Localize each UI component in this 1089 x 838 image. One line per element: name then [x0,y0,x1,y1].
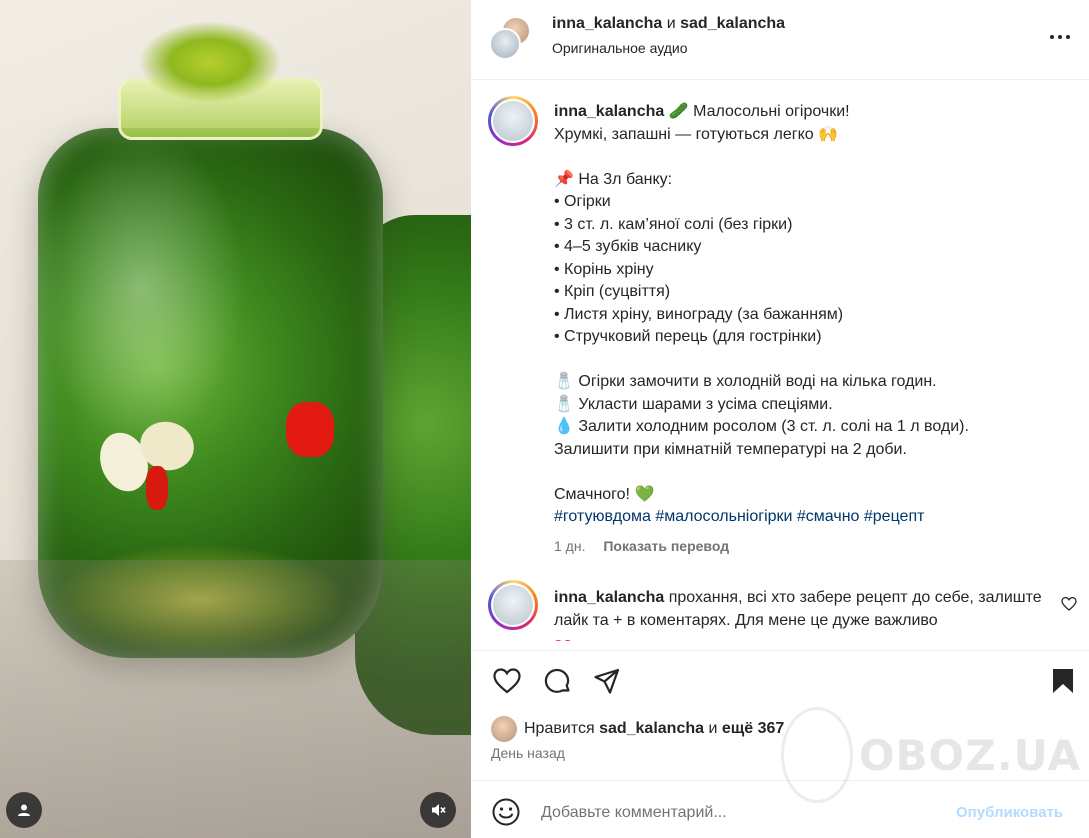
author-link[interactable]: sad_kalancha [680,15,785,32]
comment-input[interactable] [541,801,941,825]
caption-line: • Кріп (суцвіття) [554,283,671,300]
caption-line: 📌 На 3л банку: [554,170,673,188]
mute-icon [432,804,446,816]
chili-pepper-image [286,402,334,457]
caption-line: • Корінь хріну [554,260,654,278]
watermark-text: OBOZ.UA [858,730,1081,780]
caption-line: Смачного! 💚 [554,485,655,503]
avatar[interactable] [488,96,538,146]
caption-line [554,146,1064,169]
author-link[interactable]: inna_kalancha [552,15,662,32]
user-tag-icon [18,804,30,816]
caption-line: 🧂 Огірки замочити в холодній воді на кіл… [554,373,937,390]
post-panel: inna_kalancha и sad_kalancha Оригинально… [471,0,1089,838]
avatar[interactable] [488,580,538,630]
post-caption: inna_kalancha 🥒 Малосольні огірочки! Хру… [554,101,1064,529]
publish-button[interactable]: Опубликовать [956,804,1063,821]
audio-link[interactable]: Оригинальное аудио [552,40,688,56]
more-icon [1050,35,1070,39]
comment-icon [544,668,570,693]
heart-icon [493,668,521,694]
post-date[interactable]: День назад [491,745,565,761]
avatar[interactable] [489,28,521,60]
user-tag-button[interactable] [6,792,42,828]
caption-line [554,461,1064,484]
action-bar [471,650,1089,710]
caption-line: • 3 ст. л. кам’яної солі (без гірки) [554,215,793,233]
caption-line [554,349,1064,372]
caption-line: • Листя хріну, винограду (за бажанням) [554,305,844,323]
add-comment-bar: Опубликовать [471,780,1089,838]
author-conjunction: и [666,15,676,32]
red-heart-emoji-icon [555,640,571,641]
comment-item: inna_kalancha прохання, всі хто забере р… [554,586,1054,641]
caption-username[interactable]: inna_kalancha [554,103,664,120]
caption-line: 🥒 Малосольні огірочки! [668,103,850,120]
likes-conjunction: и [708,720,718,737]
caption-meta: 1 дн. Показать перевод [554,538,729,554]
post-media[interactable] [0,0,471,838]
likes-count[interactable]: ещё 367 [722,720,784,738]
share-icon [594,668,620,694]
like-button[interactable] [491,665,523,697]
bookmark-icon [1053,669,1073,693]
likes-summary[interactable]: Нравится sad_kalancha и ещё 367 [491,716,784,742]
caption-line: Хрумкі, запашні — готуються легко 🙌 [554,125,839,143]
chili-pepper-image [146,466,168,510]
dill-top-image [140,22,280,102]
caption-line: • 4–5 зубків часнику [554,238,702,255]
caption-time[interactable]: 1 дн. [554,538,585,554]
small-heart-icon[interactable] [1061,596,1077,612]
avatar [491,716,517,742]
caption-line: Залишити при кімнатній температурі на 2 … [554,440,907,458]
hashtags[interactable]: #готуювдома #малосольніогірки #смачно #р… [554,506,1064,529]
emoji-icon[interactable] [491,797,521,827]
comments-section[interactable]: inna_kalancha 🥒 Малосольні огірочки! Хру… [471,81,1089,641]
table-shadow [0,560,471,838]
caption-line: • Стручковий перець (для гострінки) [554,328,822,345]
caption-line: 💧 Залити холодним росолом (3 ст. л. солі… [554,418,969,435]
bookmark-button[interactable] [1047,665,1079,697]
post-header: inna_kalancha и sad_kalancha Оригинально… [471,0,1089,80]
mute-button[interactable] [420,792,456,828]
likes-prefix: Нравится [524,720,595,737]
comment-username[interactable]: inna_kalancha [554,589,664,606]
translate-button[interactable]: Показать перевод [603,538,729,554]
post-authors: inna_kalancha и sad_kalancha [552,15,785,33]
likes-user[interactable]: sad_kalancha [599,720,704,738]
collab-avatars[interactable] [489,16,533,60]
more-options-button[interactable] [1045,22,1075,52]
caption-line: 🧂 Укласти шарами з усіма спеціями. [554,395,833,413]
caption-line: • Огірки [554,193,611,210]
share-button[interactable] [591,665,623,697]
comment-button[interactable] [541,665,573,697]
